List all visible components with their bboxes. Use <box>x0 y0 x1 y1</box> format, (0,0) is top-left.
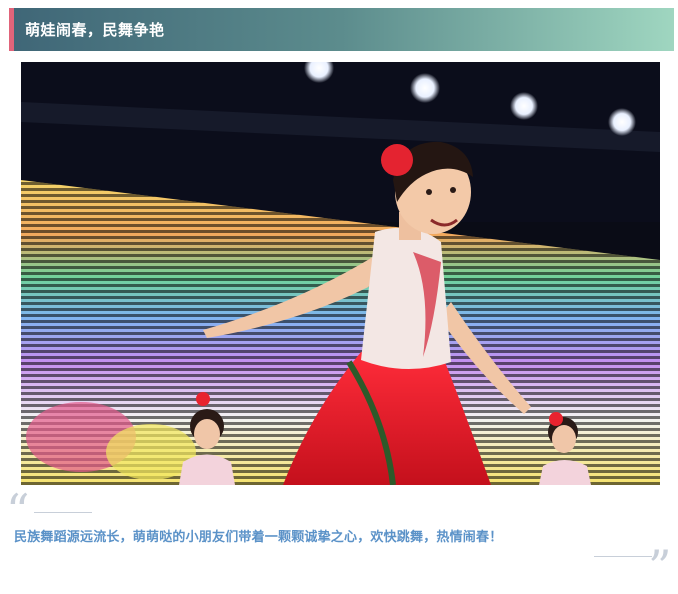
quote-divider-bottom <box>594 556 652 557</box>
section-title: 萌娃闹春，民舞争艳 <box>25 21 165 39</box>
dancer-photo <box>21 62 660 485</box>
quote-divider-top <box>34 512 92 513</box>
close-quote-icon: ” <box>648 540 672 594</box>
section-header: 萌娃闹春，民舞争艳 <box>9 8 674 51</box>
photo-caption: 民族舞蹈源远流长，萌萌哒的小朋友们带着一颗颗诚挚之心，欢快跳舞，热情闹春！ <box>14 530 503 545</box>
header-accent-bar <box>9 8 14 51</box>
